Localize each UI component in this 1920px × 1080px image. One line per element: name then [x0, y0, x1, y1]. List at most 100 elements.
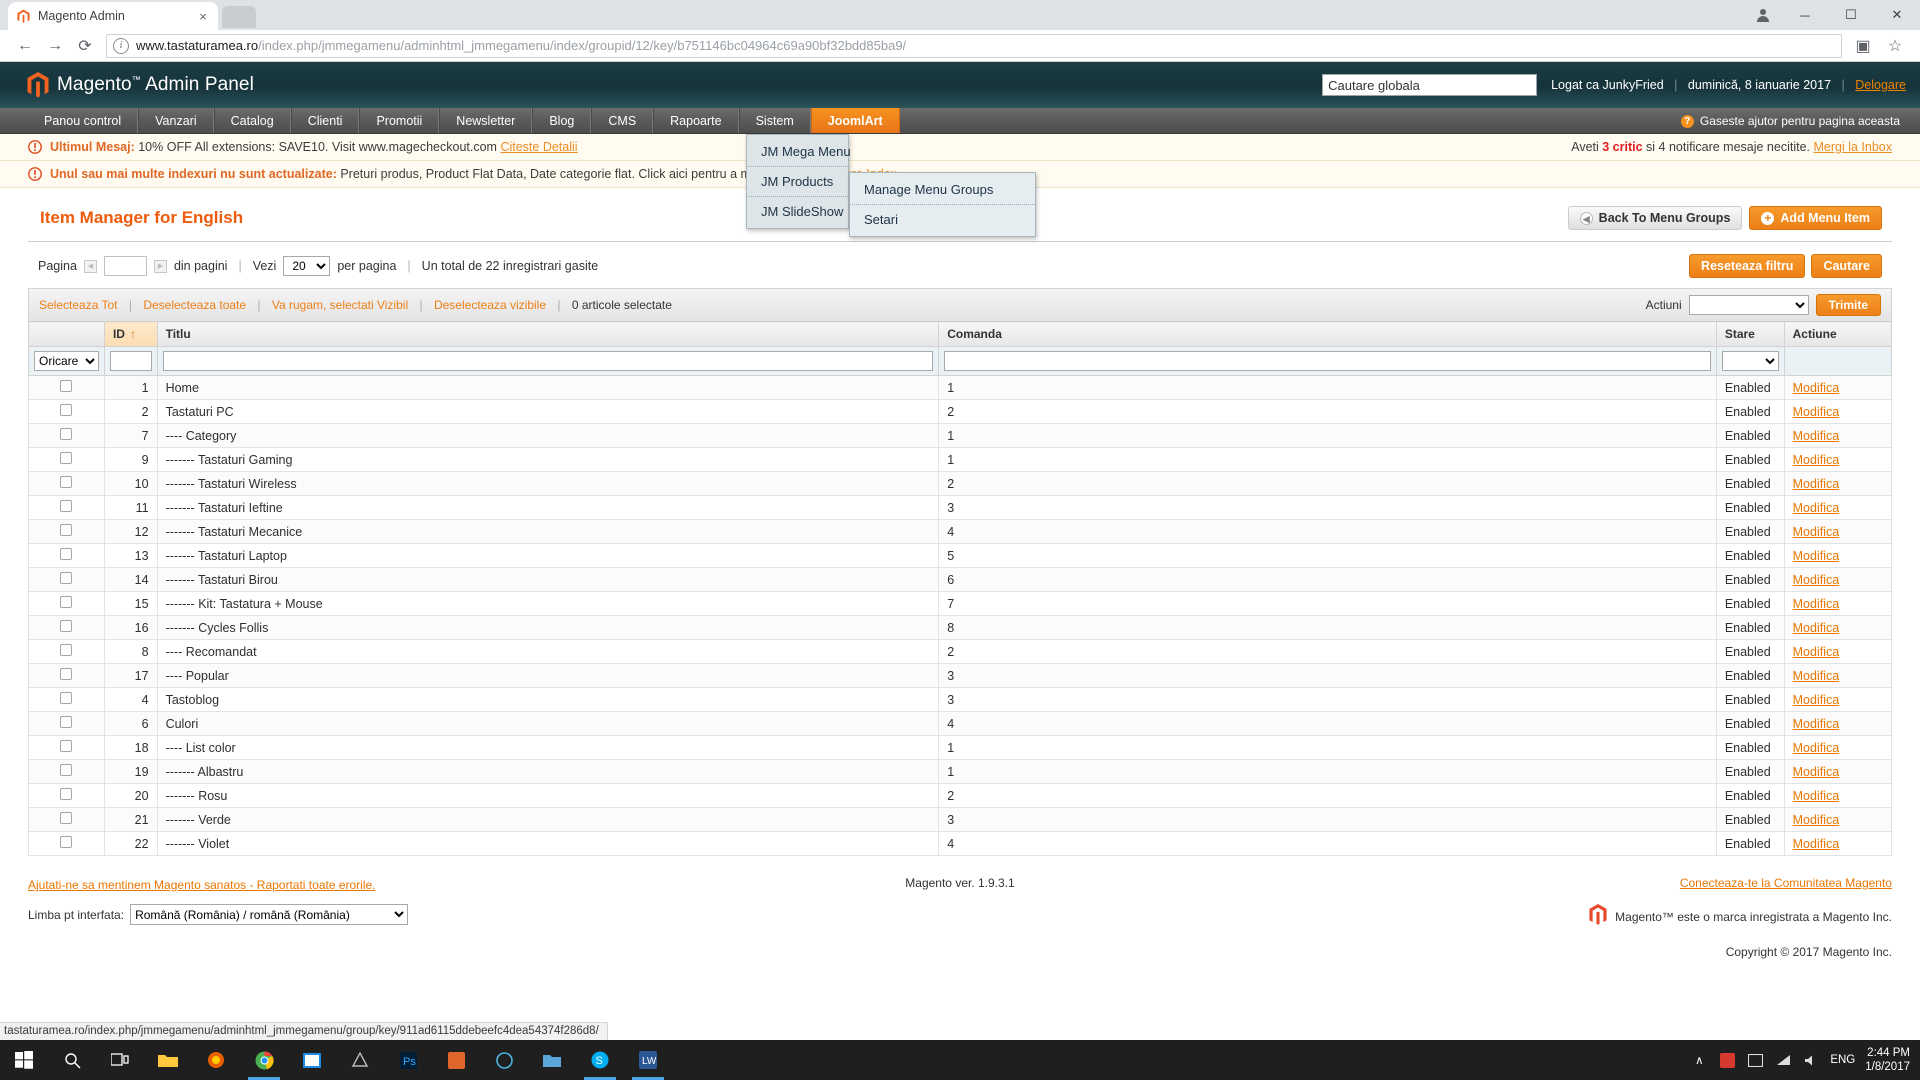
back-to-menu-groups-button[interactable]: ◀ Back To Menu Groups — [1567, 206, 1743, 230]
table-row[interactable]: 21 ------- Verde 3 Enabled Modifica — [28, 807, 1893, 832]
row-checkbox-cell[interactable] — [28, 663, 105, 688]
tray-volume-icon[interactable] — [1802, 1051, 1820, 1069]
row-checkbox-cell[interactable] — [28, 735, 105, 760]
tray-language-label[interactable]: ENG — [1830, 1054, 1855, 1066]
edit-link[interactable]: Modifica — [1793, 717, 1840, 731]
grid-col-order[interactable]: Comanda — [938, 321, 1717, 347]
nav-item-panou-control[interactable]: Panou control — [28, 108, 139, 133]
community-link[interactable]: Conecteaza-te la Comunitatea Magento — [1680, 876, 1892, 890]
row-checkbox[interactable] — [60, 500, 73, 512]
row-checkbox[interactable] — [60, 524, 73, 536]
global-search-input[interactable] — [1322, 74, 1538, 96]
row-checkbox-cell[interactable] — [28, 639, 105, 664]
edit-link[interactable]: Modifica — [1793, 597, 1840, 611]
start-button[interactable] — [0, 1040, 48, 1080]
prev-page-button[interactable]: ◀ — [83, 259, 97, 273]
row-checkbox[interactable] — [60, 644, 73, 656]
taskbar-app-icon-3[interactable] — [432, 1040, 480, 1080]
table-row[interactable]: 20 ------- Rosu 2 Enabled Modifica — [28, 783, 1893, 808]
edit-link[interactable]: Modifica — [1793, 453, 1840, 467]
table-row[interactable]: 6 Culori 4 Enabled Modifica — [28, 711, 1893, 736]
table-row[interactable]: 9 ------- Tastaturi Gaming 1 Enabled Modific… — [28, 447, 1893, 472]
row-checkbox[interactable] — [60, 812, 73, 824]
user-account-icon[interactable] — [1744, 0, 1782, 30]
nav-item-sistem[interactable]: Sistem — [738, 108, 811, 133]
taskbar-app-icon-4[interactable] — [480, 1040, 528, 1080]
row-checkbox-cell[interactable] — [28, 711, 105, 736]
tray-action-center-icon[interactable] — [1746, 1051, 1764, 1069]
window-close-button[interactable]: ✕ — [1874, 0, 1920, 30]
row-checkbox[interactable] — [60, 452, 73, 464]
edit-link[interactable]: Modifica — [1793, 477, 1840, 491]
site-info-icon[interactable]: i — [113, 37, 129, 54]
edit-link[interactable]: Modifica — [1793, 669, 1840, 683]
edit-link[interactable]: Modifica — [1793, 501, 1840, 515]
taskbar-skype-icon[interactable]: S — [576, 1040, 624, 1080]
row-checkbox[interactable] — [60, 548, 73, 560]
table-row[interactable]: 1 Home 1 Enabled Modifica — [28, 375, 1893, 400]
row-checkbox-cell[interactable] — [28, 423, 105, 448]
row-checkbox[interactable] — [60, 596, 73, 608]
reload-icon[interactable]: ⟳ — [70, 32, 100, 60]
row-checkbox[interactable] — [60, 572, 73, 584]
read-details-link[interactable]: Citeste Detalii — [500, 140, 577, 154]
cast-icon[interactable]: ▣ — [1848, 32, 1878, 60]
filter-title-input[interactable] — [162, 351, 934, 371]
filter-status-select[interactable]: EnabledDisabled — [1721, 351, 1779, 371]
magento-logo[interactable]: Magento™ Admin Panel — [27, 71, 254, 99]
row-checkbox-cell[interactable] — [28, 375, 105, 400]
edit-link[interactable]: Modifica — [1793, 765, 1840, 779]
per-page-select[interactable]: 203050100200 — [283, 256, 331, 276]
nav-item-blog[interactable]: Blog — [532, 108, 592, 133]
edit-link[interactable]: Modifica — [1793, 621, 1840, 635]
select-visible-link[interactable]: Va rugam, selectati Vizibil — [272, 298, 408, 312]
row-checkbox-cell[interactable] — [28, 807, 105, 832]
nav-item-joomlart[interactable]: JoomlArt — [810, 108, 900, 133]
browser-tab[interactable]: Magento Admin × — [8, 2, 218, 30]
page-number-input[interactable] — [103, 256, 147, 276]
address-bar[interactable]: i www.tastaturamea.ro/index.php/jmmegame… — [106, 33, 1842, 58]
report-bugs-link[interactable]: Ajutati-ne sa mentinem Magento sanatos -… — [28, 878, 376, 892]
table-row[interactable]: 14 ------- Tastaturi Birou 6 Enabled Modific… — [28, 567, 1893, 592]
next-page-button[interactable]: ▶ — [153, 259, 167, 273]
row-checkbox[interactable] — [60, 740, 73, 752]
edit-link[interactable]: Modifica — [1793, 381, 1840, 395]
table-row[interactable]: 22 ------- Violet 4 Enabled Modifica — [28, 831, 1893, 856]
filter-any-select[interactable]: OricareDaNu — [34, 351, 99, 371]
taskbar-app-icon-5[interactable] — [528, 1040, 576, 1080]
row-checkbox[interactable] — [60, 836, 73, 848]
edit-link[interactable]: Modifica — [1793, 813, 1840, 827]
table-row[interactable]: 7 ---- Category 1 Enabled Modifica — [28, 423, 1893, 448]
taskbar-taskview-icon[interactable] — [96, 1040, 144, 1080]
nav-item-newsletter[interactable]: Newsletter — [439, 108, 533, 133]
row-checkbox[interactable] — [60, 620, 73, 632]
edit-link[interactable]: Modifica — [1793, 405, 1840, 419]
select-all-link[interactable]: Selecteaza Tot — [39, 298, 118, 312]
table-row[interactable]: 4 Tastoblog 3 Enabled Modifica — [28, 687, 1893, 712]
row-checkbox-cell[interactable] — [28, 687, 105, 712]
row-checkbox-cell[interactable] — [28, 447, 105, 472]
taskbar-chrome-icon[interactable] — [240, 1040, 288, 1080]
table-row[interactable]: 2 Tastaturi PC 2 Enabled Modifica — [28, 399, 1893, 424]
taskbar-app-icon-6[interactable]: LW — [624, 1040, 672, 1080]
edit-link[interactable]: Modifica — [1793, 549, 1840, 563]
submenu-item-setari[interactable]: Setari — [850, 205, 1035, 234]
row-checkbox-cell[interactable] — [28, 567, 105, 592]
table-row[interactable]: 16 ------- Cycles Follis 8 Enabled Modifica — [28, 615, 1893, 640]
forward-icon[interactable]: → — [40, 32, 70, 60]
edit-link[interactable]: Modifica — [1793, 429, 1840, 443]
dropdown-item-jm-slideshow[interactable]: JM SlideShow — [747, 197, 848, 226]
row-checkbox[interactable] — [60, 668, 73, 680]
taskbar-app-icon-2[interactable] — [336, 1040, 384, 1080]
row-checkbox-cell[interactable] — [28, 543, 105, 568]
deselect-visible-link[interactable]: Deselecteaza vizibile — [434, 298, 546, 312]
row-checkbox-cell[interactable] — [28, 399, 105, 424]
nav-item-clienti[interactable]: Clienti — [290, 108, 360, 133]
dropdown-item-jm-mega-menu[interactable]: JM Mega Menu — [747, 137, 851, 167]
row-checkbox-cell[interactable] — [28, 831, 105, 856]
table-row[interactable]: 19 ------- Albastru 1 Enabled Modifica — [28, 759, 1893, 784]
table-row[interactable]: 18 ---- List color 1 Enabled Modifica — [28, 735, 1893, 760]
table-row[interactable]: 12 ------- Tastaturi Mecanice 4 Enabled Modi… — [28, 519, 1893, 544]
edit-link[interactable]: Modifica — [1793, 525, 1840, 539]
nav-item-promotii[interactable]: Promotii — [359, 108, 440, 133]
